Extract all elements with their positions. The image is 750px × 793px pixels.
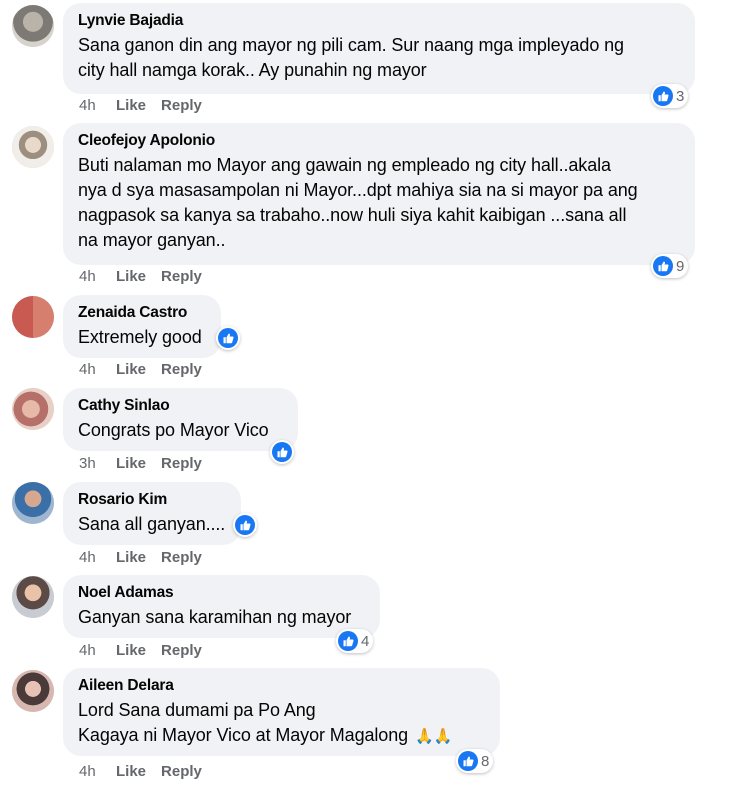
like-link[interactable]: Like	[116, 549, 146, 567]
comment-text-line: Ganyan sana karamihan ng mayor	[78, 607, 352, 627]
comment-actions: 4h Like Reply	[79, 361, 217, 379]
comment-author[interactable]: Zenaida Castro	[78, 303, 207, 323]
like-icon	[653, 256, 673, 276]
reply-link[interactable]: Reply	[161, 97, 202, 115]
comment-bubble: Cathy Sinlao Congrats po Mayor Vico	[63, 388, 298, 451]
avatar[interactable]	[12, 670, 54, 712]
comment-text-line: Kagaya ni Mayor Vico at Mayor Magalong 🙏…	[78, 723, 486, 749]
reaction-count: 3	[676, 87, 685, 105]
reaction-summary[interactable]: 4	[336, 629, 374, 653]
comment-text-line: Lord Sana dumami pa Po Ang	[78, 700, 316, 720]
reaction-summary[interactable]: 9	[651, 254, 689, 278]
comment-bubble: Lynvie Bajadia Sana ganon din ang mayor …	[63, 3, 695, 94]
comment-bubble: Aileen Delara Lord Sana dumami pa Po Ang…	[63, 668, 500, 756]
reaction-count: 9	[676, 257, 685, 275]
comment-bubble: Rosario Kim Sana all ganyan....	[63, 482, 241, 545]
reaction-summary[interactable]: 8	[456, 749, 494, 773]
reaction-count: 4	[361, 632, 370, 650]
comment-actions: 4h Like Reply	[79, 642, 217, 660]
reply-link[interactable]: Reply	[161, 361, 202, 379]
like-link[interactable]: Like	[116, 763, 146, 781]
comment-text: Kagaya ni Mayor Vico at Mayor Magalong	[78, 725, 409, 745]
avatar[interactable]	[12, 296, 54, 338]
comment-bubble: Zenaida Castro Extremely good	[63, 295, 221, 358]
comment-timestamp[interactable]: 4h	[79, 549, 116, 567]
comment-timestamp[interactable]: 4h	[79, 361, 116, 379]
comment-timestamp[interactable]: 4h	[79, 763, 116, 781]
like-icon	[235, 515, 255, 535]
like-icon	[458, 751, 478, 771]
reaction-summary[interactable]	[270, 440, 294, 464]
comment-author[interactable]: Cleofejoy Apolonio	[78, 131, 681, 151]
comment-author[interactable]: Rosario Kim	[78, 490, 227, 510]
reply-link[interactable]: Reply	[161, 642, 202, 660]
comment-actions: 4h Like Reply	[79, 97, 217, 115]
comment-text-line: Buti nalaman mo Mayor ang gawain ng empl…	[78, 155, 611, 175]
avatar[interactable]	[12, 388, 54, 430]
like-icon	[272, 442, 292, 462]
comment-text-line: Sana ganon din ang mayor ng pili cam. Su…	[78, 35, 624, 55]
comment-timestamp[interactable]: 4h	[79, 97, 116, 115]
comment-text-line: na mayor ganyan..	[78, 230, 226, 250]
like-link[interactable]: Like	[116, 455, 146, 473]
reply-link[interactable]: Reply	[161, 455, 202, 473]
comment-text-line: nya d sya masasampolan ni Mayor...dpt ma…	[78, 180, 638, 200]
like-link[interactable]: Like	[116, 361, 146, 379]
avatar[interactable]	[12, 482, 54, 524]
comment-timestamp[interactable]: 4h	[79, 268, 116, 286]
folded-hands-emoji: 🙏🙏	[414, 728, 453, 745]
comment-actions: 4h Like Reply	[79, 268, 217, 286]
comment-actions: 4h Like Reply	[79, 549, 217, 567]
comment-author[interactable]: Aileen Delara	[78, 676, 486, 696]
like-icon	[218, 328, 238, 348]
comment-text-line: city hall namga korak.. Ay punahin ng ma…	[78, 60, 427, 80]
like-link[interactable]: Like	[116, 642, 146, 660]
reply-link[interactable]: Reply	[161, 549, 202, 567]
comment-timestamp[interactable]: 4h	[79, 642, 116, 660]
like-link[interactable]: Like	[116, 268, 146, 286]
comment-author[interactable]: Lynvie Bajadia	[78, 11, 681, 31]
avatar[interactable]	[12, 5, 54, 47]
comment-bubble: Noel Adamas Ganyan sana karamihan ng may…	[63, 575, 380, 638]
comment-timestamp[interactable]: 3h	[79, 455, 116, 473]
comment-text-line: Extremely good	[78, 327, 202, 347]
reply-link[interactable]: Reply	[161, 268, 202, 286]
reaction-summary[interactable]	[233, 513, 257, 537]
avatar[interactable]	[12, 576, 54, 618]
comment-text-line: Sana all ganyan....	[78, 514, 226, 534]
avatar[interactable]	[12, 126, 54, 168]
comment-text-line: nagpasok sa kanya sa trabaho..now huli s…	[78, 205, 627, 225]
comment-bubble: Cleofejoy Apolonio Buti nalaman mo Mayor…	[63, 123, 695, 265]
comment-author[interactable]: Cathy Sinlao	[78, 396, 284, 416]
reaction-count: 8	[481, 752, 490, 770]
comment-text-line: Congrats po Mayor Vico	[78, 420, 269, 440]
like-icon	[338, 631, 358, 651]
comment-author[interactable]: Noel Adamas	[78, 583, 366, 603]
comment-actions: 3h Like Reply	[79, 455, 217, 473]
like-link[interactable]: Like	[116, 97, 146, 115]
like-icon	[653, 86, 673, 106]
reaction-summary[interactable]	[216, 326, 240, 350]
reaction-summary[interactable]: 3	[651, 84, 689, 108]
comment-actions: 4h Like Reply	[79, 763, 217, 781]
reply-link[interactable]: Reply	[161, 763, 202, 781]
